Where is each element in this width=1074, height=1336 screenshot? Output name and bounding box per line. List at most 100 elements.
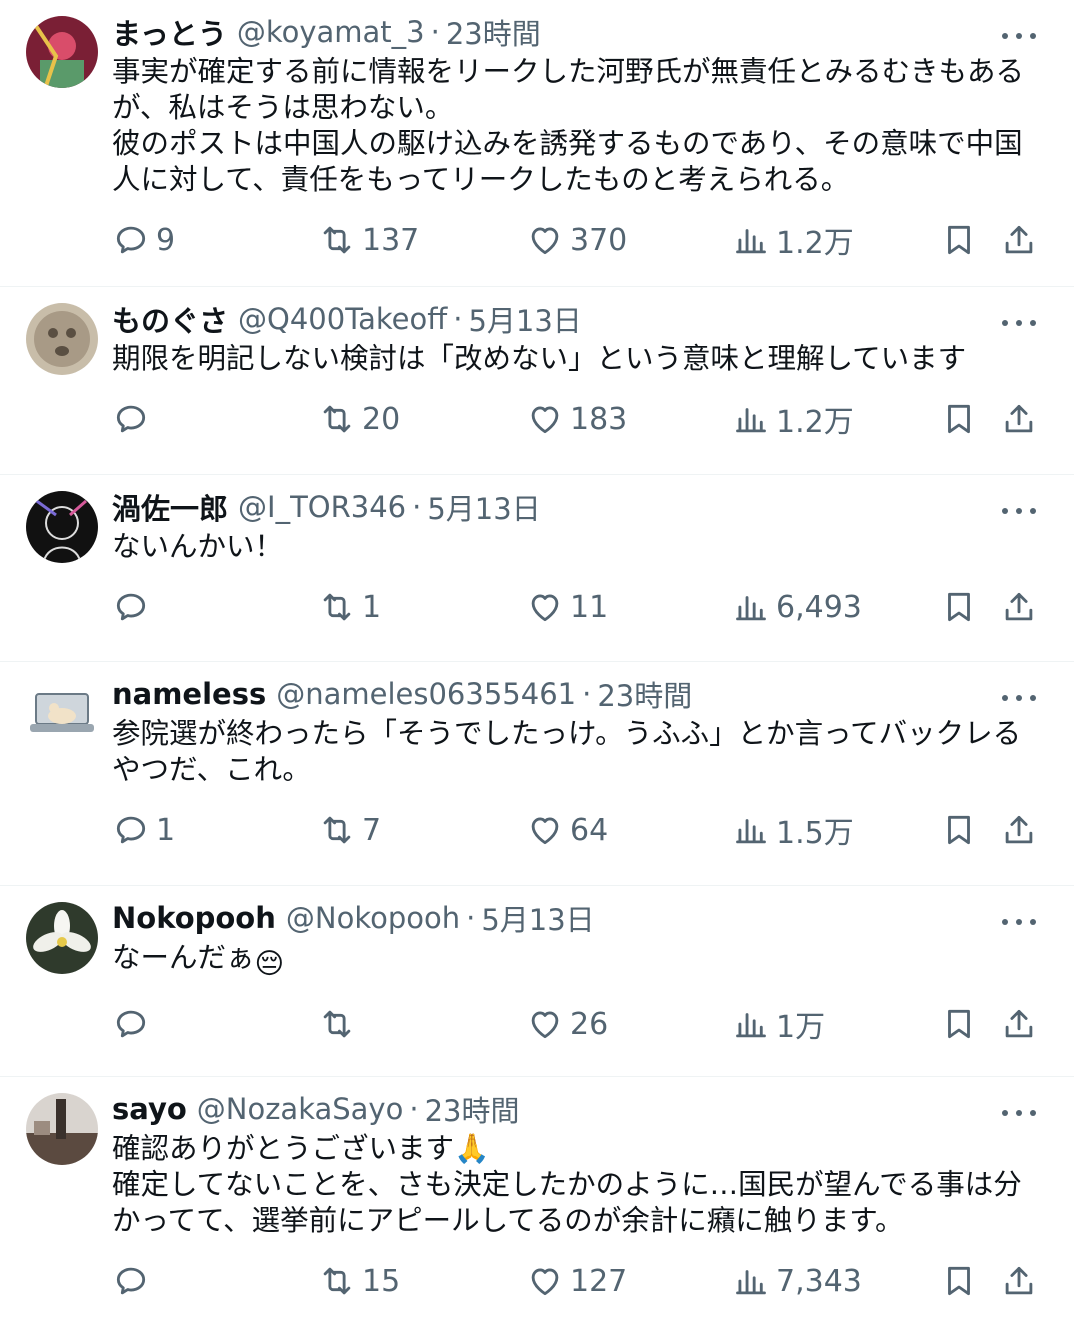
action-bar: 9 137 370 1.2万 <box>112 220 1038 280</box>
views-button[interactable]: 1.2万 <box>732 220 854 261</box>
tweet[interactable]: Nokopooh @Nokopooh · 5月13日 なーんだぁ😔 26 1万 <box>0 886 1074 1077</box>
retweet-icon <box>323 1267 351 1295</box>
user-handle[interactable]: @I_TOR346 <box>238 490 406 524</box>
views-button[interactable]: 1.2万 <box>732 399 854 440</box>
reply-count: 1 <box>156 812 176 848</box>
retweet-count: 1 <box>362 589 382 625</box>
avatar[interactable] <box>26 16 98 88</box>
like-icon <box>531 406 559 434</box>
tweet[interactable]: sayo @NozakaSayo · 23時間 確認ありがとうございます🙏 確定… <box>0 1077 1074 1336</box>
share-button[interactable] <box>1000 1004 1038 1044</box>
retweet-button[interactable]: 15 <box>318 1261 400 1301</box>
separator-dot: · <box>466 901 476 935</box>
retweet-icon <box>323 816 351 844</box>
display-name[interactable]: まっとう <box>112 11 227 53</box>
share-button[interactable] <box>1000 587 1038 627</box>
tweet[interactable]: ものぐさ @Q400Takeoff · 5月13日 期限を明記しない検討は「改め… <box>0 287 1074 475</box>
like-button[interactable]: 64 <box>526 810 608 850</box>
more-icon[interactable] <box>1002 311 1036 335</box>
share-button[interactable] <box>1000 399 1038 439</box>
timestamp[interactable]: 5月13日 <box>427 486 540 528</box>
like-button[interactable]: 26 <box>526 1004 608 1044</box>
more-icon[interactable] <box>1002 910 1036 934</box>
display-name[interactable]: sayo <box>112 1092 187 1126</box>
user-handle[interactable]: @NozakaSayo <box>197 1092 404 1126</box>
user-handle[interactable]: @nameles06355461 <box>276 677 576 711</box>
retweet-button[interactable] <box>318 1004 362 1044</box>
reply-button[interactable]: 9 <box>112 220 175 260</box>
retweet-count: 15 <box>362 1263 401 1299</box>
retweet-button[interactable]: 20 <box>318 399 400 439</box>
share-button[interactable] <box>1000 220 1038 260</box>
like-count: 370 <box>570 222 628 258</box>
views-button[interactable]: 6,493 <box>732 587 862 627</box>
views-button[interactable]: 1.5万 <box>732 810 854 851</box>
tweet[interactable]: nameless @nameles06355461 · 23時間 参院選が終わっ… <box>0 662 1074 886</box>
action-bar: 20 183 1.2万 <box>112 399 1038 459</box>
tweet-text: なーんだぁ😔 <box>112 940 1038 982</box>
avatar[interactable] <box>26 678 98 750</box>
display-name[interactable]: ものぐさ <box>112 298 228 340</box>
bookmark-button[interactable] <box>940 1261 978 1301</box>
bookmark-button[interactable] <box>940 587 978 627</box>
reply-icon <box>116 816 146 844</box>
reply-button[interactable] <box>112 1261 156 1301</box>
user-handle[interactable]: @Q400Takeoff <box>238 302 447 336</box>
retweet-icon <box>323 226 351 254</box>
views-button[interactable]: 1万 <box>732 1004 825 1045</box>
user-handle[interactable]: @koyamat_3 <box>237 15 425 49</box>
like-button[interactable]: 370 <box>526 220 627 260</box>
user-handle[interactable]: @Nokopooh <box>286 901 460 935</box>
like-count: 26 <box>570 1006 609 1042</box>
bookmark-button[interactable] <box>940 810 978 850</box>
retweet-button[interactable]: 137 <box>318 220 419 260</box>
reply-button[interactable] <box>112 587 156 627</box>
retweet-button[interactable]: 7 <box>318 810 381 850</box>
avatar[interactable] <box>26 491 98 563</box>
retweet-icon <box>323 593 351 621</box>
reply-button[interactable] <box>112 399 156 439</box>
retweet-count: 7 <box>362 812 382 848</box>
like-icon <box>531 227 559 255</box>
timestamp[interactable]: 5月13日 <box>481 897 594 939</box>
like-button[interactable]: 127 <box>526 1261 627 1301</box>
tweet-text-body: なーんだぁ <box>112 941 255 974</box>
bookmark-button[interactable] <box>940 220 978 260</box>
timestamp[interactable]: 23時間 <box>425 1088 520 1130</box>
timestamp[interactable]: 23時間 <box>597 673 692 715</box>
retweet-count: 137 <box>362 222 420 258</box>
avatar[interactable] <box>26 303 98 375</box>
reply-icon <box>116 405 146 433</box>
bookmark-button[interactable] <box>940 399 978 439</box>
share-icon <box>1005 225 1033 254</box>
bookmark-button[interactable] <box>940 1004 978 1044</box>
avatar[interactable] <box>26 902 98 974</box>
like-button[interactable]: 11 <box>526 587 608 627</box>
more-icon[interactable] <box>1002 686 1036 710</box>
like-button[interactable]: 183 <box>526 399 627 439</box>
reply-icon <box>116 593 146 621</box>
tweet[interactable]: まっとう @koyamat_3 · 23時間 事実が確定する前に情報をリークした… <box>0 0 1074 287</box>
timestamp[interactable]: 23時間 <box>446 11 541 53</box>
more-icon[interactable] <box>1002 1101 1036 1125</box>
more-icon[interactable] <box>1002 24 1036 48</box>
share-button[interactable] <box>1000 1261 1038 1301</box>
display-name[interactable]: 渦佐一郎 <box>112 486 228 528</box>
display-name[interactable]: nameless <box>112 677 266 711</box>
views-count: 1.5万 <box>776 816 854 851</box>
views-button[interactable]: 7,343 <box>732 1261 862 1301</box>
share-button[interactable] <box>1000 810 1038 850</box>
display-name[interactable]: Nokopooh <box>112 901 276 935</box>
action-bar: 15 127 7,343 <box>112 1261 1038 1321</box>
views-count: 1.2万 <box>776 226 854 261</box>
reply-button[interactable] <box>112 1004 156 1044</box>
share-icon <box>1005 1266 1033 1295</box>
reply-button[interactable]: 1 <box>112 810 175 850</box>
avatar[interactable] <box>26 1093 98 1165</box>
timestamp[interactable]: 5月13日 <box>468 298 581 340</box>
retweet-count: 20 <box>362 401 401 437</box>
tweet[interactable]: 渦佐一郎 @I_TOR346 · 5月13日 ないんかい！ 1 11 6,493 <box>0 475 1074 662</box>
retweet-button[interactable]: 1 <box>318 587 381 627</box>
bookmark-icon <box>948 1009 970 1039</box>
more-icon[interactable] <box>1002 499 1036 523</box>
